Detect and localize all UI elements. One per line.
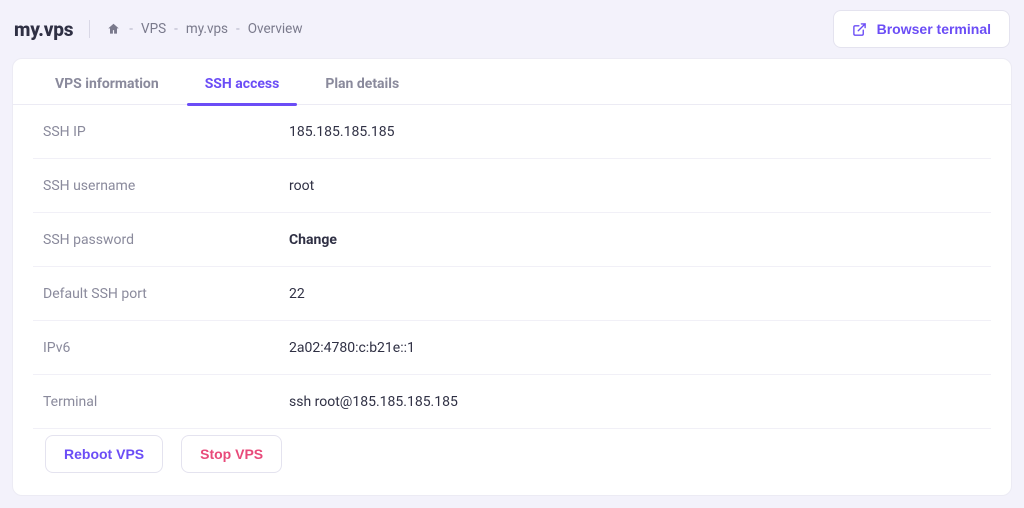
breadcrumb-sep: - <box>174 21 178 37</box>
row-ssh-username: SSH username root <box>33 159 991 213</box>
top-bar: my.vps - VPS - my.vps - Overview Browser… <box>12 14 1012 58</box>
ssh-details: SSH IP 185.185.185.185 SSH username root… <box>13 105 1011 495</box>
breadcrumb: - VPS - my.vps - Overview <box>106 21 302 37</box>
external-link-icon <box>852 22 867 37</box>
label-terminal: Terminal <box>43 394 289 410</box>
stop-vps-label: Stop VPS <box>200 446 263 462</box>
browser-terminal-button[interactable]: Browser terminal <box>833 10 1010 48</box>
label-ssh-password: SSH password <box>43 232 289 248</box>
value-ssh-username: root <box>289 178 314 194</box>
row-terminal: Terminal ssh root@185.185.185.185 <box>33 375 991 429</box>
label-ipv6: IPv6 <box>43 340 289 356</box>
breadcrumb-item-vps[interactable]: VPS <box>141 21 166 37</box>
breadcrumb-item-myvps[interactable]: my.vps <box>186 21 228 37</box>
label-ssh-port: Default SSH port <box>43 286 289 302</box>
vps-actions: Reboot VPS Stop VPS <box>33 429 991 475</box>
logo: my.vps <box>14 18 73 41</box>
label-ssh-username: SSH username <box>43 178 289 194</box>
change-password-link[interactable]: Change <box>289 232 337 248</box>
value-ipv6: 2a02:4780:c:b21e::1 <box>289 340 415 356</box>
tab-ssh-access[interactable]: SSH access <box>187 64 298 104</box>
breadcrumb-sep: - <box>236 21 240 37</box>
tab-bar: VPS information SSH access Plan details <box>13 59 1011 105</box>
tab-plan-details[interactable]: Plan details <box>307 64 417 104</box>
divider <box>89 20 90 38</box>
row-ssh-ip: SSH IP 185.185.185.185 <box>33 105 991 159</box>
label-ssh-ip: SSH IP <box>43 124 289 140</box>
home-icon[interactable] <box>106 22 121 36</box>
reboot-vps-label: Reboot VPS <box>64 446 144 462</box>
value-ssh-ip: 185.185.185.185 <box>289 124 395 140</box>
row-ssh-password: SSH password Change <box>33 213 991 267</box>
tab-vps-information[interactable]: VPS information <box>37 64 177 104</box>
value-terminal: ssh root@185.185.185.185 <box>289 394 458 410</box>
breadcrumb-item-overview[interactable]: Overview <box>248 21 303 37</box>
row-ssh-port: Default SSH port 22 <box>33 267 991 321</box>
stop-vps-button[interactable]: Stop VPS <box>181 435 282 473</box>
browser-terminal-label: Browser terminal <box>877 21 991 37</box>
value-ssh-port: 22 <box>289 286 305 302</box>
row-ipv6: IPv6 2a02:4780:c:b21e::1 <box>33 321 991 375</box>
breadcrumb-sep: - <box>129 21 133 37</box>
vps-panel: VPS information SSH access Plan details … <box>12 58 1012 496</box>
reboot-vps-button[interactable]: Reboot VPS <box>45 435 163 473</box>
